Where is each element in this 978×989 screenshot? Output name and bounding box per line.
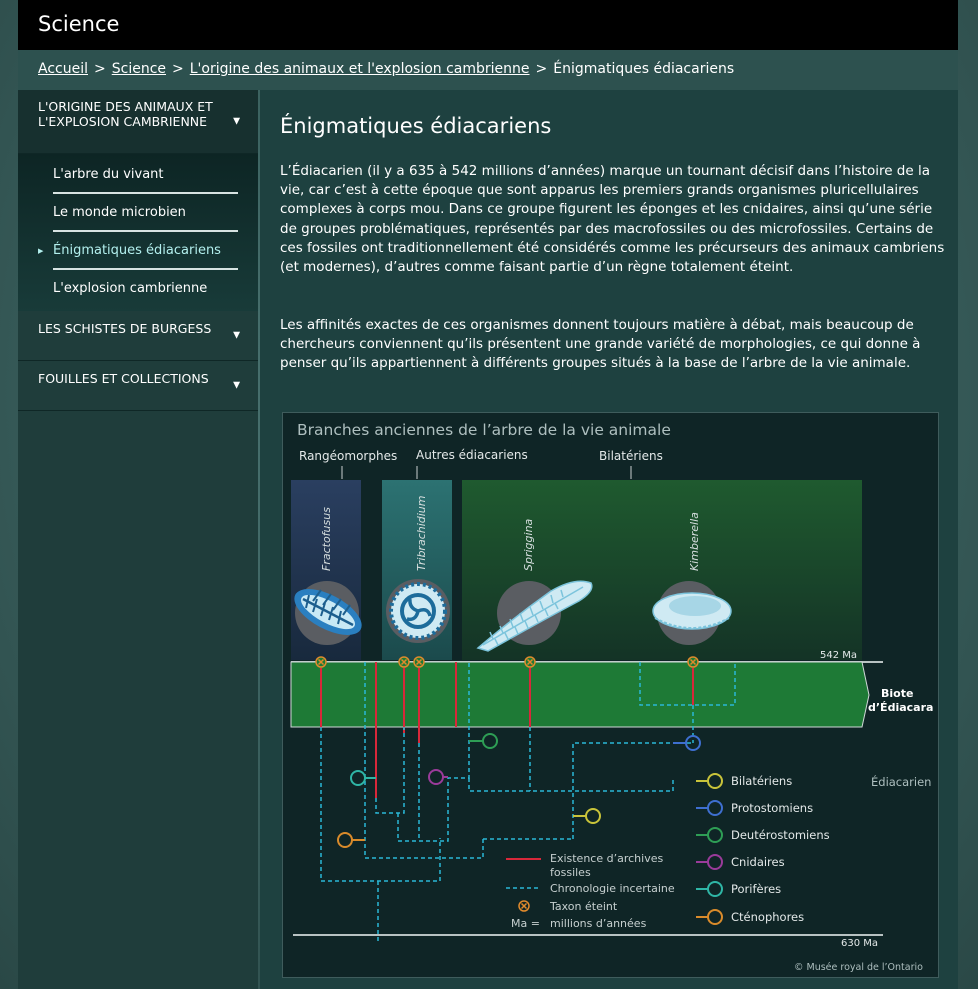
main-content: Énigmatiques édiacariens L’Édiacarien (i… xyxy=(260,90,958,989)
key-extinct-label: Taxon éteint xyxy=(549,900,618,913)
sidebar-item-arbre[interactable]: L'arbre du vivant xyxy=(53,156,238,194)
tribrachidium-illustration xyxy=(386,579,450,643)
breadcrumb-science[interactable]: Science xyxy=(112,61,166,77)
biota-label: d’Édiacara xyxy=(868,701,933,714)
legend-icon-bilateriens xyxy=(707,773,723,789)
legend-label: Cnidaires xyxy=(731,855,785,869)
biota-label: Biote xyxy=(881,687,913,700)
time-label-542: 542 Ma xyxy=(820,650,857,661)
breadcrumb: Accueil > Science > L'origine des animaux et… xyxy=(18,50,958,90)
key: Existence d’archives fossiles Chronologi… xyxy=(506,852,675,930)
breadcrumb-home[interactable]: Accueil xyxy=(38,61,88,77)
legend-label: Protostomiens xyxy=(731,801,813,815)
breadcrumb-separator: > xyxy=(172,61,184,77)
key-fossil-label: Existence d’archives xyxy=(550,852,663,865)
key-uncertain-label: Chronologie incertaine xyxy=(550,882,675,895)
breadcrumb-separator: > xyxy=(535,61,548,77)
time-label-630: 630 Ma xyxy=(841,938,878,949)
paragraph-intro: L’Édiacarien (il y a 635 à 542 millions … xyxy=(280,163,945,276)
page-title: Énigmatiques édiacariens xyxy=(280,114,552,138)
extinct-taxon-key-icon xyxy=(518,900,530,912)
legend-icon-ctenophores xyxy=(707,909,723,925)
chevron-down-icon: ▼ xyxy=(233,330,240,340)
site-title[interactable]: Science xyxy=(38,12,119,36)
legend-icon-deuterostomiens xyxy=(707,827,723,843)
paragraph-affinities: Les affinités exactes de ces organismes … xyxy=(280,317,921,372)
sidebar-item-label: Le monde microbien xyxy=(53,205,186,220)
breadcrumb-separator: > xyxy=(94,61,106,77)
legend-icon-poriferes xyxy=(707,881,723,897)
sidebar-item-cambrienne[interactable]: L'explosion cambrienne xyxy=(53,270,238,308)
sidebar: L'ORIGINE DES ANIMAUX ET L'EXPLOSION CAM… xyxy=(18,90,258,989)
sidebar-item-label: L'explosion cambrienne xyxy=(53,281,208,296)
genus-fractofusus: Fractofusus xyxy=(320,507,333,571)
breadcrumb-origin[interactable]: L'origine des animaux et l'explosion cam… xyxy=(190,61,530,77)
genus-tribrachidium: Tribrachidium xyxy=(415,496,428,572)
sidebar-item-label: Énigmatiques édiacariens xyxy=(53,243,221,258)
legend-icon-protostomiens xyxy=(707,800,723,816)
phylogeny-figure: Branches anciennes de l’arbre de la vie … xyxy=(282,412,939,978)
sidebar-submenu: L'arbre du vivant Le monde microbien ▶ Én… xyxy=(18,154,258,311)
chevron-down-icon: ▼ xyxy=(233,116,240,126)
genus-kimberella: Kimberella xyxy=(688,512,701,571)
group-label-rangeomorphes: Rangéomorphes xyxy=(299,449,397,463)
sidebar-item-microbien[interactable]: Le monde microbien xyxy=(53,194,238,232)
key-ma-label: millions d’années xyxy=(550,917,647,930)
key-ma-label: Ma = xyxy=(511,917,540,930)
legend-label: Bilatériens xyxy=(731,774,792,788)
legend-label: Deutérostomiens xyxy=(731,828,830,842)
group-label-autres: Autres édiacariens xyxy=(416,448,528,462)
legend-icon-cnidaires xyxy=(707,854,723,870)
sidebar-item-label: L'arbre du vivant xyxy=(53,167,164,182)
breadcrumb-current: Énigmatiques édiacariens xyxy=(553,61,735,77)
chevron-down-icon: ▼ xyxy=(233,380,240,390)
sidebar-section-label: L'ORIGINE DES ANIMAUX ET L'EXPLOSION CAM… xyxy=(38,99,213,129)
figure-credit: © Musée royal de l’Ontario xyxy=(794,962,923,973)
site-header: Science xyxy=(18,0,958,50)
genus-spriggina: Spriggina xyxy=(522,518,535,571)
sidebar-section-label: FOUILLES ET COLLECTIONS xyxy=(38,371,209,386)
legend-label: Cténophores xyxy=(731,910,804,924)
ediacara-biota-band xyxy=(290,661,870,728)
legend-label: Porifères xyxy=(731,882,781,896)
group-label-bilateriens: Bilatériens xyxy=(599,449,663,463)
sidebar-item-ediacariens[interactable]: ▶ Énigmatiques édiacariens xyxy=(38,232,238,270)
sidebar-section-burgess[interactable]: LES SCHISTES DE BURGESS ▼ xyxy=(18,311,258,361)
period-label: Édiacarien xyxy=(871,774,931,789)
legend: Bilatériens Protostomiens Deutérostomien… xyxy=(696,773,830,925)
sidebar-section-origin[interactable]: L'ORIGINE DES ANIMAUX ET L'EXPLOSION CAM… xyxy=(18,90,258,154)
figure-title: Branches anciennes de l’arbre de la vie … xyxy=(297,421,671,439)
sidebar-section-label: LES SCHISTES DE BURGESS xyxy=(38,321,212,336)
sidebar-section-fouilles[interactable]: FOUILLES ET COLLECTIONS ▼ xyxy=(18,361,258,411)
key-fossil-label: fossiles xyxy=(550,866,591,879)
active-bullet-icon: ▶ xyxy=(38,247,44,255)
